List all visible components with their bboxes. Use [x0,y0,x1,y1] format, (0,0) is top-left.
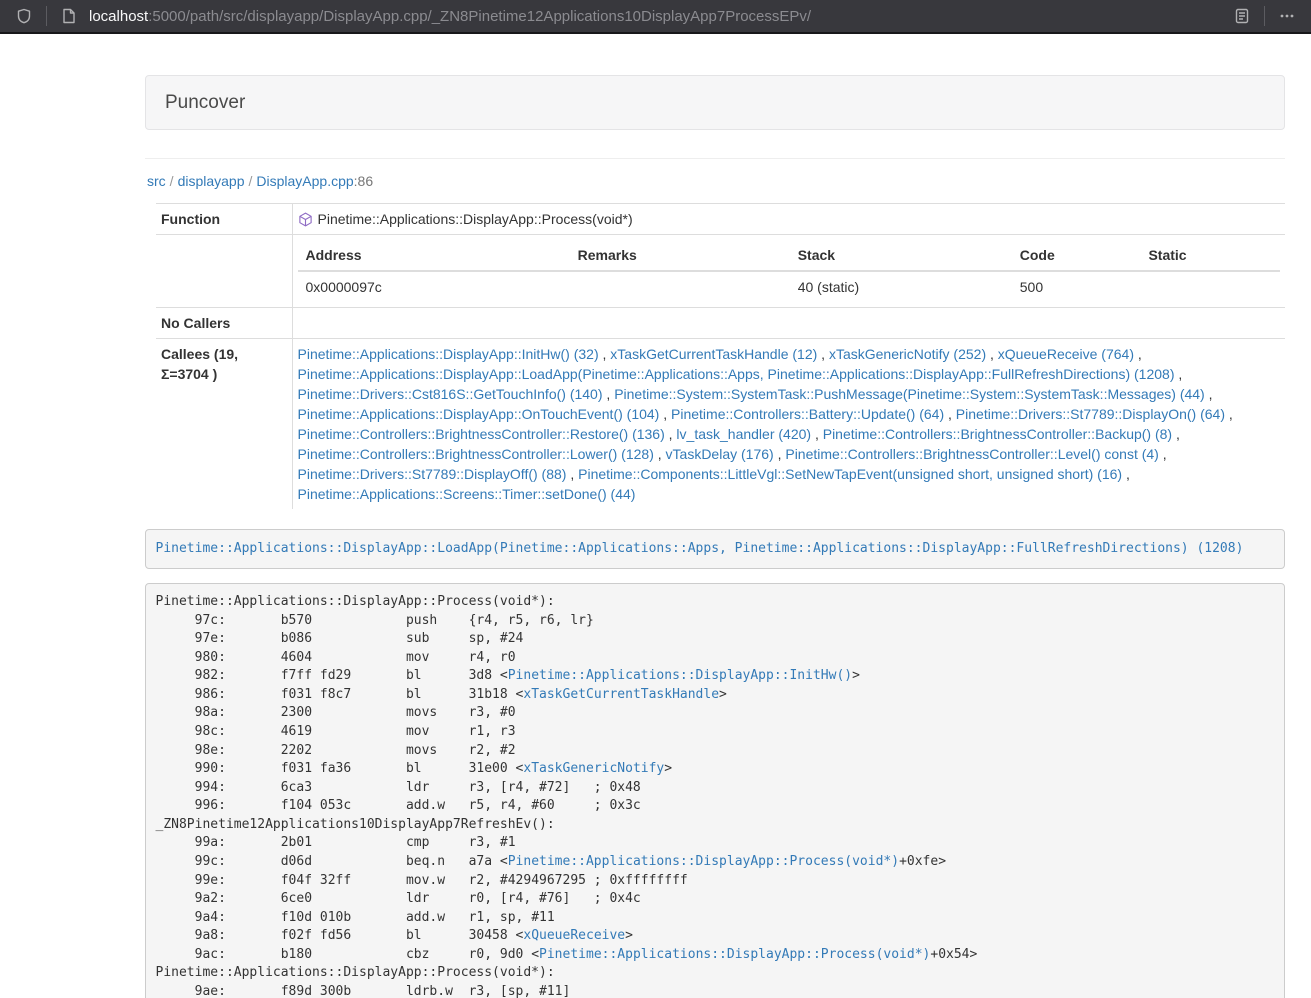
url-host: localhost [89,8,148,25]
function-name: Pinetime::Applications::DisplayApp::Proc… [318,211,633,227]
callee-link[interactable]: vTaskDelay (176) [666,446,774,462]
function-label: Function [156,204,292,235]
asm-symbol-link[interactable]: xTaskGenericNotify [523,761,664,776]
browser-url-bar: localhost:5000/path/src/displayapp/Displ… [0,0,1311,34]
column-header-code: Code [1012,240,1141,271]
callee-link[interactable]: Pinetime::Applications::DisplayApp::OnTo… [298,406,660,422]
breadcrumb-link-file[interactable]: DisplayApp.cpp [256,173,353,189]
stack-value: 40 (static) [790,271,1012,302]
callee-link[interactable]: Pinetime::Controllers::BrightnessControl… [823,426,1172,442]
column-header-static: Static [1140,240,1280,271]
callee-link[interactable]: xTaskGetCurrentTaskHandle (12) [610,346,817,362]
cube-icon [298,212,313,227]
callee-link[interactable]: Pinetime::Controllers::Battery::Update()… [671,406,944,422]
breadcrumb-link-src[interactable]: src [147,173,166,189]
column-header-remarks: Remarks [570,240,790,271]
asm-symbol-link[interactable]: xTaskGetCurrentTaskHandle [523,687,719,702]
callee-link[interactable]: Pinetime::Controllers::BrightnessControl… [298,426,665,442]
table-row: Function Pinetime::Applications::Display… [156,204,1285,235]
signature-link[interactable]: Pinetime::Applications::DisplayApp::Load… [156,541,1244,556]
table-row: Address Remarks Stack Code Static 0x0000… [156,235,1285,308]
page-title: Puncover [165,92,245,113]
callee-link[interactable]: xQueueReceive (764) [998,346,1134,362]
callee-link[interactable]: xTaskGenericNotify (252) [829,346,986,362]
overflow-menu-icon[interactable] [1273,3,1301,29]
breadcrumb-link-displayapp[interactable]: displayapp [178,173,245,189]
column-header-stack: Stack [790,240,1012,271]
callees-list: Pinetime::Applications::DisplayApp::Init… [292,339,1285,510]
page-icon[interactable] [55,3,83,29]
url-text[interactable]: localhost:5000/path/src/displayapp/Displ… [89,8,1228,25]
assembly-code: Pinetime::Applications::DisplayApp::Proc… [145,583,1285,998]
asm-symbol-link[interactable]: Pinetime::Applications::DisplayApp::Proc… [508,854,899,869]
callee-link[interactable]: Pinetime::Drivers::St7789::DisplayOff() … [298,466,567,482]
breadcrumb: src/displayapp/DisplayApp.cpp:86 [147,171,1285,191]
address-value: 0x0000097c [298,271,570,302]
asm-symbol-link[interactable]: xQueueReceive [523,928,625,943]
url-path: :5000/path/src/displayapp/DisplayApp.cpp… [148,8,811,25]
breadcrumb-line-number: :86 [354,173,373,189]
callers-cell [292,308,1285,339]
callee-link[interactable]: Pinetime::Controllers::BrightnessControl… [785,446,1158,462]
callees-label: Callees (19, Σ=3704 ) [156,339,292,510]
bar-divider [1264,6,1265,26]
signature-snippet: Pinetime::Applications::DisplayApp::Load… [145,529,1285,569]
code-size-value: 500 [1012,271,1141,302]
divider [145,158,1285,159]
callee-link[interactable]: Pinetime::Drivers::Cst816S::GetTouchInfo… [298,386,603,402]
empty-cell [156,235,292,308]
function-table: Function Pinetime::Applications::Display… [156,203,1285,509]
callee-link[interactable]: Pinetime::Applications::DisplayApp::Init… [298,346,599,362]
reader-mode-icon[interactable] [1228,3,1256,29]
asm-symbol-link[interactable]: Pinetime::Applications::DisplayApp::Proc… [539,947,930,962]
callee-link[interactable]: Pinetime::Applications::Screens::Timer::… [298,486,636,502]
table-row: 0x0000097c 40 (static) 500 [298,271,1281,302]
no-callers-label: No Callers [156,308,292,339]
callee-link[interactable]: Pinetime::Applications::DisplayApp::Load… [298,366,1175,382]
callee-link[interactable]: Pinetime::System::SystemTask::PushMessag… [614,386,1205,402]
callee-link[interactable]: lv_task_handler (420) [676,426,811,442]
table-row: No Callers [156,308,1285,339]
breadcrumb-separator: / [249,173,253,189]
shield-icon[interactable] [10,3,38,29]
column-header-address: Address [298,240,570,271]
table-row: Callees (19, Σ=3704 ) Pinetime::Applicat… [156,339,1285,510]
callee-link[interactable]: Pinetime::Components::LittleVgl::SetNewT… [578,466,1122,482]
bar-divider [46,6,47,26]
static-value [1140,271,1280,302]
asm-symbol-link[interactable]: Pinetime::Applications::DisplayApp::Init… [508,668,852,683]
address-table: Address Remarks Stack Code Static 0x0000… [298,240,1281,302]
remarks-value [570,271,790,302]
breadcrumb-separator: / [170,173,174,189]
callee-link[interactable]: Pinetime::Controllers::BrightnessControl… [298,446,654,462]
app-header: Puncover [145,75,1285,130]
callee-link[interactable]: Pinetime::Drivers::St7789::DisplayOn() (… [956,406,1225,422]
